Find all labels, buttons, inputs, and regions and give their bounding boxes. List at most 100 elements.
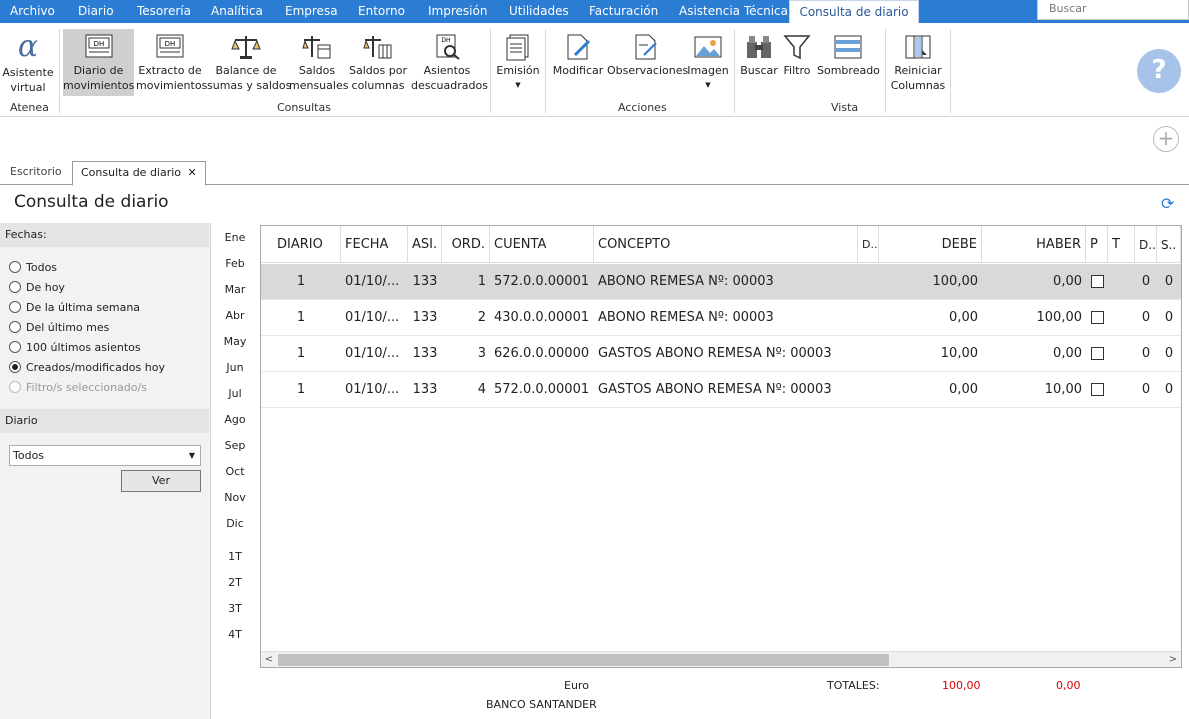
table-row[interactable]: 1 01/10/... 133 1 572.0.0.00001 ABONO REMESA … <box>261 264 1181 300</box>
col-header-debe[interactable]: DEBE <box>879 226 982 263</box>
radio-icon <box>9 321 21 333</box>
cell-concepto: GASTOS ABONO REMESA Nº: 00003 <box>598 382 832 397</box>
col-header-haber[interactable]: HABER <box>982 226 1086 263</box>
col-header-s[interactable]: S.. <box>1157 226 1181 263</box>
imagen-button[interactable]: Imagen ▼ <box>687 33 729 93</box>
scroll-left-icon[interactable]: < <box>261 652 277 667</box>
group-separator <box>885 29 886 113</box>
search-input[interactable]: Buscar <box>1037 0 1189 20</box>
cell-s: 0 <box>1164 382 1174 397</box>
radio-100-ultimos[interactable]: 100 últimos asientos <box>9 341 141 354</box>
scroll-thumb[interactable] <box>278 654 889 666</box>
col-header-t[interactable]: T <box>1108 226 1135 263</box>
cell-ord: 2 <box>477 310 486 325</box>
quarter-0[interactable]: 1T <box>212 550 258 563</box>
saldos-mensuales-button[interactable]: Saldos mensuales <box>289 33 348 93</box>
tab-consulta-de-diario[interactable]: Consulta de diario ✕ <box>72 161 206 186</box>
diario-de-movimientos-button[interactable]: DH Diario de movimientos <box>63 29 134 96</box>
asistente-virtual-button[interactable]: α Asistente virtual <box>2 29 54 95</box>
group-separator <box>490 29 491 113</box>
p-checkbox[interactable] <box>1091 347 1104 360</box>
question-circle-icon[interactable]: ? <box>1137 49 1181 93</box>
table-row[interactable]: 1 01/10/... 133 3 626.0.0.00000 GASTOS ABONO … <box>261 336 1181 372</box>
bank-label: BANCO SANTANDER <box>486 698 597 711</box>
observaciones-button[interactable]: Observaciones <box>607 33 688 78</box>
total-haber: 0,00 <box>1056 679 1081 692</box>
modificar-button[interactable]: Modificar <box>552 33 604 78</box>
col-header-d1[interactable]: D.. <box>858 226 879 263</box>
ver-button[interactable]: Ver <box>121 470 201 492</box>
cell-asi: 133 <box>412 346 438 361</box>
col-header-p[interactable]: P <box>1086 226 1108 263</box>
month-6[interactable]: Jul <box>212 387 258 400</box>
table-row[interactable]: 1 01/10/... 133 4 572.0.0.00001 GASTOS ABONO … <box>261 372 1181 408</box>
menu-asistencia-tecnica[interactable]: Asistencia Técnica <box>679 0 788 23</box>
radio-ultimo-mes[interactable]: Del último mes <box>9 321 109 334</box>
month-11[interactable]: Dic <box>212 517 258 530</box>
scroll-right-icon[interactable]: > <box>1165 652 1181 667</box>
extracto-de-movimientos-button[interactable]: DH Extracto de movimientos <box>136 33 207 93</box>
menu-empresa[interactable]: Empresa <box>285 0 338 23</box>
p-checkbox[interactable] <box>1091 275 1104 288</box>
month-1[interactable]: Feb <box>212 257 258 270</box>
menu-facturacion[interactable]: Facturación <box>589 0 658 23</box>
col-header-cuenta[interactable]: CUENTA <box>490 226 594 263</box>
tab-escritorio[interactable]: Escritorio <box>2 161 70 185</box>
binoculars-icon <box>747 36 771 58</box>
journal-icon: DH <box>85 34 112 58</box>
quarter-1[interactable]: 2T <box>212 576 258 589</box>
group-separator <box>734 29 735 113</box>
diario-select[interactable]: Todos ▼ <box>9 445 201 466</box>
menu-consulta-de-diario[interactable]: Consulta de diario <box>789 0 919 23</box>
col-header-concepto[interactable]: CONCEPTO <box>594 226 858 263</box>
sombreado-button[interactable]: Sombreado <box>817 33 880 78</box>
month-9[interactable]: Oct <box>212 465 258 478</box>
menu-utilidades[interactable]: Utilidades <box>509 0 569 23</box>
month-2[interactable]: Mar <box>212 283 258 296</box>
table-row[interactable]: 1 01/10/... 133 2 430.0.0.00001 ABONO REMESA … <box>261 300 1181 336</box>
cell-haber: 100,00 <box>1036 310 1083 325</box>
month-5[interactable]: Jun <box>212 361 258 374</box>
month-10[interactable]: Nov <box>212 491 258 504</box>
filtro-button[interactable]: Filtro <box>781 33 813 78</box>
menu-analitica[interactable]: Analítica <box>211 0 263 23</box>
radio-todos[interactable]: Todos <box>9 261 57 274</box>
p-checkbox[interactable] <box>1091 311 1104 324</box>
cell-concepto: ABONO REMESA Nº: 00003 <box>598 274 774 289</box>
emision-button[interactable]: Emisión ▼ <box>496 33 540 93</box>
col-header-ord[interactable]: ORD. <box>442 226 490 263</box>
col-header-diario[interactable]: DIARIO <box>261 226 341 263</box>
month-8[interactable]: Sep <box>212 439 258 452</box>
col-header-d2[interactable]: D.. <box>1135 226 1157 263</box>
add-tab-icon[interactable]: + <box>1153 126 1179 152</box>
menu-tesoreria[interactable]: Tesorería <box>137 0 191 23</box>
p-checkbox[interactable] <box>1091 383 1104 396</box>
buscar-button[interactable]: Buscar <box>740 33 778 78</box>
group-separator <box>545 29 546 113</box>
quarter-2[interactable]: 3T <box>212 602 258 615</box>
menu-archivo[interactable]: Archivo <box>10 0 55 23</box>
col-header-asi[interactable]: ASI. <box>408 226 442 263</box>
menu-diario[interactable]: Diario <box>78 0 114 23</box>
quarter-3[interactable]: 4T <box>212 628 258 641</box>
month-4[interactable]: May <box>212 335 258 348</box>
radio-ultima-semana[interactable]: De la última semana <box>9 301 140 314</box>
menu-impresion[interactable]: Impresión <box>428 0 487 23</box>
saldos-por-columnas-button[interactable]: Saldos por columnas <box>348 33 408 93</box>
month-7[interactable]: Ago <box>212 413 258 426</box>
col-header-fecha[interactable]: FECHA <box>341 226 408 263</box>
horizontal-scrollbar[interactable]: < > <box>261 651 1181 667</box>
balance-sumas-saldos-button[interactable]: Balance de sumas y saldos <box>207 33 291 93</box>
radio-creados-modificados-hoy[interactable]: Creados/modificados hoy <box>9 361 165 374</box>
cell-diario: 1 <box>296 382 306 397</box>
currency-label: Euro <box>564 679 589 692</box>
month-3[interactable]: Abr <box>212 309 258 322</box>
reiniciar-columnas-button[interactable]: Reiniciar Columnas <box>890 33 946 93</box>
menu-entorno[interactable]: Entorno <box>358 0 405 23</box>
asientos-descuadrados-button[interactable]: DH Asientos descuadrados <box>411 33 488 93</box>
radio-de-hoy[interactable]: De hoy <box>9 281 65 294</box>
month-0[interactable]: Ene <box>212 231 258 244</box>
refresh-icon[interactable]: ⟳ <box>1161 194 1174 213</box>
close-icon[interactable]: ✕ <box>188 166 197 179</box>
svg-text:DH: DH <box>165 40 176 48</box>
